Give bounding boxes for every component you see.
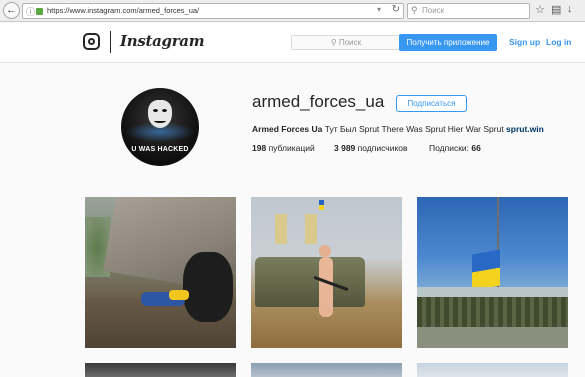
bio-name: Armed Forces Ua [252,124,323,134]
avatar-text: U WAS HACKED [131,146,189,153]
profile-username: armed_forces_ua [252,92,385,111]
banner-right [305,214,317,244]
flag-icon [472,249,500,291]
profile-bio: Armed Forces Ua Тут Был Sprut There Was … [252,124,544,134]
url-text[interactable]: https://www.instagram.com/armed_forces_u… [47,6,199,15]
mask-icon [148,100,172,128]
bio-text: Тут Был Sprut There Was Sprut Hier War S… [322,124,507,134]
posts-count: 198 [252,143,267,153]
person-yellow [169,290,189,300]
browser-search-input[interactable]: ⚲ Поиск [407,3,530,19]
back-arrow-icon[interactable]: ← [3,2,20,19]
followers-count: 3 989 [334,143,356,153]
clipboard-icon[interactable]: ▤ [551,3,561,16]
info-icon[interactable]: ⓘ [26,5,35,18]
star-icon[interactable]: ☆ [535,3,545,16]
following-stat[interactable]: Подписки: 66 [429,143,481,153]
get-app-button[interactable]: Получить приложение [399,34,497,51]
address-bar[interactable]: ⓘ https://www.instagram.com/armed_forces… [22,3,404,19]
instagram-header: Instagram ⚲ Поиск Получить приложение Si… [0,23,585,63]
post-thumbnail[interactable] [417,363,568,377]
chevron-down-icon[interactable]: ▾ [377,5,381,14]
instagram-logo[interactable]: Instagram [120,32,205,50]
followers-label: подписчиков [357,143,408,153]
parade-ground [417,327,568,348]
avatar[interactable]: U WAS HACKED [121,88,199,166]
login-link[interactable]: Log in [546,37,572,47]
post-thumbnail[interactable] [85,363,236,377]
wheel [183,252,233,322]
mask-mouth [154,119,166,123]
bio-link[interactable]: sprut.win [506,124,544,134]
search-input[interactable]: ⚲ Поиск [291,35,401,50]
browser-toolbar: ← ⓘ https://www.instagram.com/armed_forc… [0,0,585,22]
man [319,257,333,317]
follow-button[interactable]: Подписаться [396,95,467,112]
mask-eye-left [153,109,158,112]
download-icon[interactable]: ↓ [567,3,573,15]
man-head [319,245,331,257]
search-icon: ⚲ [330,38,339,47]
reload-icon[interactable]: ↻ [392,4,400,15]
search-placeholder: Поиск [338,38,362,47]
header-divider [110,31,111,53]
instagram-camera-icon[interactable] [83,33,100,50]
flag-icon [319,200,324,210]
followers-stat[interactable]: 3 989 подписчиков [334,143,408,153]
posts-label: публикаций [268,143,315,153]
lock-icon [36,8,43,15]
post-thumbnail[interactable] [251,197,402,348]
post-thumbnail[interactable] [251,363,402,377]
signup-link[interactable]: Sign up [509,37,540,47]
soldiers [417,297,568,327]
post-thumbnail[interactable] [417,197,568,348]
banner-left [275,214,287,244]
search-icon: ⚲ [411,5,418,15]
following-label: Подписки: [429,143,470,153]
browser-search-placeholder: Поиск [422,6,445,15]
mask-eye-right [162,109,167,112]
tank [255,257,365,307]
posts-stat: 198 публикаций [252,143,315,153]
following-count: 66 [471,143,481,153]
post-thumbnail[interactable] [85,197,236,348]
